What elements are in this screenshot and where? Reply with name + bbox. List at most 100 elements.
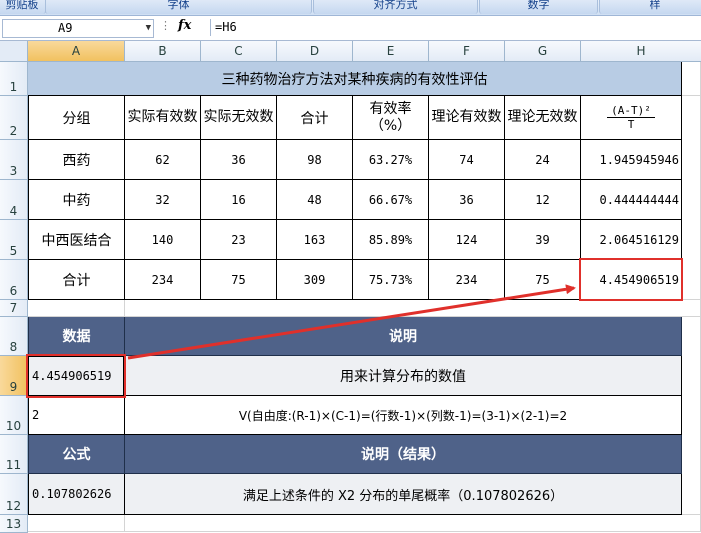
row-header-1[interactable]: 1 (0, 62, 28, 96)
table-cell[interactable]: 309 (277, 260, 353, 300)
row-number: 1 (9, 80, 18, 94)
ribbon-group-number[interactable]: 数字 (479, 0, 598, 14)
description-label-header[interactable]: 说明 (125, 317, 682, 356)
name-box-value: A9 (58, 21, 73, 35)
row-header-10[interactable]: 10 (0, 396, 28, 435)
row-header-13[interactable]: 13 (0, 515, 28, 533)
table-cell[interactable]: 163 (277, 220, 353, 260)
table-cell[interactable]: 48 (277, 180, 353, 220)
header-actual-ineffective[interactable]: 实际无效数 (201, 96, 277, 140)
row-number: 7 (9, 301, 18, 315)
table-cell[interactable]: 0.444444444 (581, 180, 682, 220)
group-cell[interactable]: 中西医结合 (28, 220, 125, 260)
row-number: 6 (9, 284, 18, 298)
table-cell[interactable]: 85.89% (353, 220, 429, 260)
ribbon-group-alignment[interactable]: 对齐方式 (313, 0, 478, 14)
column-header-h[interactable]: H (581, 41, 701, 62)
insert-function-icon[interactable]: fx (178, 18, 191, 33)
ribbon-group-styles[interactable]: 样 (599, 0, 701, 14)
table-cell[interactable]: 12 (505, 180, 581, 220)
column-header-f[interactable]: F (429, 41, 505, 62)
table-cell[interactable]: 75.73% (353, 260, 429, 300)
row-header-2[interactable]: 2 (0, 96, 28, 140)
header-theoretical-ineffective[interactable]: 理论无效数 (505, 96, 581, 140)
empty-cell[interactable] (125, 300, 701, 317)
value-cell-a10[interactable]: 2 (28, 396, 125, 435)
row-header-3[interactable]: 3 (0, 140, 28, 180)
table-cell[interactable]: 36 (201, 140, 277, 180)
header-theoretical-effective[interactable]: 理论有效数 (429, 96, 505, 140)
row-header-4[interactable]: 4 (0, 180, 28, 220)
table-cell[interactable]: 16 (201, 180, 277, 220)
row-header-6[interactable]: 6 (0, 260, 28, 300)
group-cell[interactable]: 中药 (28, 180, 125, 220)
row-number: 2 (9, 124, 18, 138)
chevron-down-icon[interactable]: ▼ (146, 20, 151, 37)
empty-cell[interactable] (28, 515, 125, 532)
row-number: 9 (9, 380, 18, 394)
chi-term-denominator: T (627, 118, 635, 131)
header-group[interactable]: 分组 (28, 96, 125, 140)
table-title[interactable]: 三种药物治疗方法对某种疾病的有效性评估 (28, 62, 682, 96)
table-cell[interactable]: 98 (277, 140, 353, 180)
table-cell[interactable]: 74 (429, 140, 505, 180)
empty-cell[interactable] (682, 96, 701, 300)
row-header-12[interactable]: 12 (0, 474, 28, 515)
header-total[interactable]: 合计 (277, 96, 353, 140)
table-cell[interactable]: 234 (125, 260, 201, 300)
description-cell[interactable]: V(自由度:(R-1)×(C-1)=(行数-1)×(列数-1)=(3-1)×(2… (125, 396, 682, 435)
ribbon-group-font[interactable]: 字体 (45, 0, 312, 14)
row-header-7[interactable]: 7 (0, 300, 28, 317)
table-cell[interactable]: 75 (505, 260, 581, 300)
table-cell[interactable]: 24 (505, 140, 581, 180)
column-header-e[interactable]: E (353, 41, 429, 62)
header-actual-effective[interactable]: 实际有效数 (125, 96, 201, 140)
empty-cell[interactable] (682, 62, 701, 96)
highlight-box-h6 (579, 258, 683, 301)
empty-cell[interactable] (28, 300, 125, 317)
column-header-g[interactable]: G (505, 41, 581, 62)
table-cell[interactable]: 62 (125, 140, 201, 180)
data-label-header[interactable]: 数据 (28, 317, 125, 356)
formula-input[interactable]: =H6 (210, 19, 701, 36)
table-cell[interactable]: 1.945945946 (581, 140, 682, 180)
table-cell[interactable]: 39 (505, 220, 581, 260)
value-cell-a12[interactable]: 0.107802626 (28, 474, 125, 515)
column-header-b[interactable]: B (125, 41, 201, 62)
row-number: 13 (5, 517, 22, 531)
formula-label-header[interactable]: 公式 (28, 435, 125, 474)
table-cell[interactable]: 2.064516129 (581, 220, 682, 260)
header-effective-rate[interactable]: 有效率（%） (353, 96, 429, 140)
table-cell[interactable]: 36 (429, 180, 505, 220)
group-cell-total[interactable]: 合计 (28, 260, 125, 300)
resize-handle-icon[interactable]: ⋮ (160, 19, 171, 32)
table-cell[interactable]: 234 (429, 260, 505, 300)
row-number: 12 (5, 499, 22, 513)
row-header-5[interactable]: 5 (0, 220, 28, 260)
row-header-9[interactable]: 9 (0, 356, 28, 396)
header-chi-term[interactable]: (A-T)² T (581, 96, 682, 140)
row-header-8[interactable]: 8 (0, 317, 28, 356)
column-header-a[interactable]: A (28, 41, 125, 62)
empty-cell[interactable] (682, 317, 701, 515)
select-all-corner[interactable] (0, 41, 28, 62)
row-number: 4 (9, 204, 18, 218)
table-cell[interactable]: 124 (429, 220, 505, 260)
group-cell[interactable]: 西药 (28, 140, 125, 180)
result-label-header[interactable]: 说明（结果） (125, 435, 682, 474)
table-cell[interactable]: 32 (125, 180, 201, 220)
ribbon-group-clipboard[interactable]: 剪贴板 (0, 0, 46, 14)
column-header-d[interactable]: D (277, 41, 353, 62)
table-cell[interactable]: 75 (201, 260, 277, 300)
description-cell[interactable]: 满足上述条件的 X2 分布的单尾概率（0.107802626） (125, 474, 682, 515)
table-cell[interactable]: 140 (125, 220, 201, 260)
empty-cell[interactable] (125, 515, 701, 532)
table-cell[interactable]: 63.27% (353, 140, 429, 180)
name-box[interactable]: A9 ▼ (2, 19, 154, 38)
table-cell[interactable]: 66.67% (353, 180, 429, 220)
row-header-11[interactable]: 11 (0, 435, 28, 474)
description-cell[interactable]: 用来计算分布的数值 (125, 356, 682, 396)
formula-bar: A9 ▼ ⋮ fx =H6 (0, 16, 701, 41)
table-cell[interactable]: 23 (201, 220, 277, 260)
column-header-c[interactable]: C (201, 41, 277, 62)
